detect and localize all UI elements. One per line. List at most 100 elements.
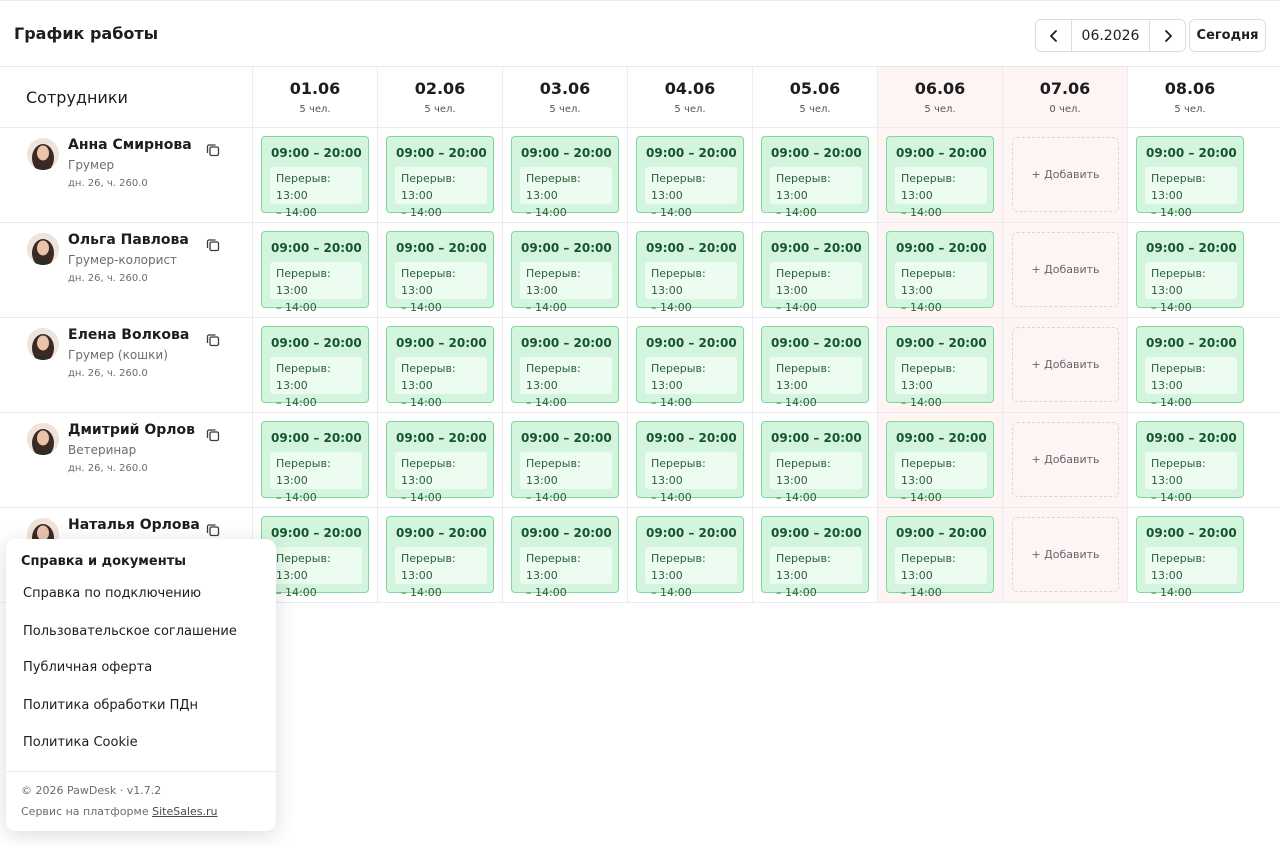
- copy-icon[interactable]: [206, 332, 220, 347]
- employee-stats: дн. 26, ч. 260.0: [68, 178, 148, 189]
- shift-card[interactable]: 09:00 – 20:00 Перерыв: 13:00 – 14:00: [1136, 421, 1244, 504]
- shift-card[interactable]: 09:00 – 20:00 Перерыв: 13:00 – 14:00: [1136, 326, 1244, 409]
- platform-link[interactable]: SiteSales.ru: [152, 805, 217, 818]
- break-start: Перерыв: 13:00: [526, 362, 581, 392]
- shift-card[interactable]: 09:00 – 20:00 Перерыв: 13:00 – 14:00: [1136, 516, 1244, 599]
- shift-card[interactable]: 09:00 – 20:00 Перерыв: 13:00 – 14:00: [886, 231, 994, 314]
- platform-prefix: Сервис на платформе: [21, 805, 149, 818]
- break-start: Перерыв: 13:00: [276, 552, 331, 582]
- shift-card[interactable]: 09:00 – 20:00 Перерыв: 13:00 – 14:00: [261, 231, 369, 314]
- add-shift-button[interactable]: + Добавить: [1012, 422, 1119, 497]
- schedule-cell: 09:00 – 20:00 Перерыв: 13:00 – 14:00: [877, 508, 1002, 602]
- copy-icon[interactable]: [206, 522, 220, 537]
- schedule-cell: 09:00 – 20:00 Перерыв: 13:00 – 14:00: [377, 223, 502, 317]
- shift-card[interactable]: 09:00 – 20:00 Перерыв: 13:00 – 14:00: [511, 136, 619, 219]
- shift-card[interactable]: 09:00 – 20:00 Перерыв: 13:00 – 14:00: [886, 136, 994, 219]
- prev-month-button[interactable]: [1036, 20, 1071, 51]
- break-end: – 14:00: [776, 301, 817, 314]
- shift-time: 09:00 – 20:00: [896, 241, 987, 255]
- schedule-cell: 09:00 – 20:00 Перерыв: 13:00 – 14:00: [752, 413, 877, 507]
- platform-credit: Сервис на платформе SiteSales.ru: [21, 805, 217, 818]
- employee-name: Дмитрий Орлов: [68, 422, 196, 438]
- shift-card[interactable]: 09:00 – 20:00 Перерыв: 13:00 – 14:00: [886, 326, 994, 409]
- shift-card[interactable]: 09:00 – 20:00 Перерыв: 13:00 – 14:00: [636, 421, 744, 504]
- shift-card[interactable]: 09:00 – 20:00 Перерыв: 13:00 – 14:00: [261, 421, 369, 504]
- schedule-cell: 09:00 – 20:00 Перерыв: 13:00 – 14:00: [877, 413, 1002, 507]
- shift-break: Перерыв: 13:00 – 14:00: [1145, 262, 1237, 314]
- shift-card[interactable]: 09:00 – 20:00 Перерыв: 13:00 – 14:00: [386, 516, 494, 599]
- employee-role: Грумер (кошки): [68, 348, 168, 362]
- break-start: Перерыв: 13:00: [276, 172, 331, 202]
- month-navigator: 06.2026: [1035, 19, 1186, 52]
- link-connection-help[interactable]: Справка по подключению: [23, 586, 201, 601]
- break-end: – 14:00: [901, 586, 942, 599]
- shift-card[interactable]: 09:00 – 20:00 Перерыв: 13:00 – 14:00: [386, 421, 494, 504]
- link-cookie-policy[interactable]: Политика Cookie: [23, 735, 138, 750]
- schedule-cell: + Добавить: [1002, 413, 1127, 507]
- copy-icon[interactable]: [206, 237, 220, 252]
- shift-card[interactable]: 09:00 – 20:00 Перерыв: 13:00 – 14:00: [761, 421, 869, 504]
- shift-break: Перерыв: 13:00 – 14:00: [395, 357, 487, 409]
- shift-card[interactable]: 09:00 – 20:00 Перерыв: 13:00 – 14:00: [636, 516, 744, 599]
- break-start: Перерыв: 13:00: [276, 267, 331, 297]
- add-shift-button[interactable]: + Добавить: [1012, 232, 1119, 307]
- add-shift-button[interactable]: + Добавить: [1012, 137, 1119, 212]
- copy-icon[interactable]: [206, 427, 220, 442]
- schedule-cell: 09:00 – 20:00 Перерыв: 13:00 – 14:00: [752, 508, 877, 602]
- shift-card[interactable]: 09:00 – 20:00 Перерыв: 13:00 – 14:00: [636, 231, 744, 314]
- shift-card[interactable]: 09:00 – 20:00 Перерыв: 13:00 – 14:00: [511, 516, 619, 599]
- break-end: – 14:00: [276, 396, 317, 409]
- break-end: – 14:00: [526, 491, 567, 504]
- schedule-cell: 09:00 – 20:00 Перерыв: 13:00 – 14:00: [377, 318, 502, 412]
- shift-card[interactable]: 09:00 – 20:00 Перерыв: 13:00 – 14:00: [636, 136, 744, 219]
- shift-card[interactable]: 09:00 – 20:00 Перерыв: 13:00 – 14:00: [511, 421, 619, 504]
- shift-time: 09:00 – 20:00: [521, 431, 612, 445]
- shift-card[interactable]: 09:00 – 20:00 Перерыв: 13:00 – 14:00: [386, 326, 494, 409]
- shift-card[interactable]: 09:00 – 20:00 Перерыв: 13:00 – 14:00: [636, 326, 744, 409]
- today-button[interactable]: Сегодня: [1189, 19, 1266, 52]
- day-staff-count: 5 чел.: [799, 104, 831, 115]
- shift-break: Перерыв: 13:00 – 14:00: [770, 167, 862, 219]
- shift-card[interactable]: 09:00 – 20:00 Перерыв: 13:00 – 14:00: [761, 326, 869, 409]
- shift-card[interactable]: 09:00 – 20:00 Перерыв: 13:00 – 14:00: [886, 421, 994, 504]
- schedule-cell: + Добавить: [1002, 128, 1127, 222]
- shift-card[interactable]: 09:00 – 20:00 Перерыв: 13:00 – 14:00: [386, 136, 494, 219]
- next-month-button[interactable]: [1150, 20, 1185, 51]
- shift-card[interactable]: 09:00 – 20:00 Перерыв: 13:00 – 14:00: [761, 231, 869, 314]
- shift-card[interactable]: 09:00 – 20:00 Перерыв: 13:00 – 14:00: [761, 136, 869, 219]
- break-end: – 14:00: [651, 491, 692, 504]
- shift-card[interactable]: 09:00 – 20:00 Перерыв: 13:00 – 14:00: [1136, 136, 1244, 219]
- shift-card[interactable]: 09:00 – 20:00 Перерыв: 13:00 – 14:00: [386, 231, 494, 314]
- shift-card[interactable]: 09:00 – 20:00 Перерыв: 13:00 – 14:00: [511, 231, 619, 314]
- employee-cell: Ольга Павлова Грумер-колорист дн. 26, ч. 2…: [0, 223, 252, 317]
- shift-break: Перерыв: 13:00 – 14:00: [270, 357, 362, 409]
- shift-card[interactable]: 09:00 – 20:00 Перерыв: 13:00 – 14:00: [261, 326, 369, 409]
- shift-card[interactable]: 09:00 – 20:00 Перерыв: 13:00 – 14:00: [1136, 231, 1244, 314]
- break-start: Перерыв: 13:00: [526, 552, 581, 582]
- shift-card[interactable]: 09:00 – 20:00 Перерыв: 13:00 – 14:00: [761, 516, 869, 599]
- link-privacy-policy[interactable]: Политика обработки ПДн: [23, 698, 198, 713]
- break-start: Перерыв: 13:00: [401, 172, 456, 202]
- day-header-03.06: 03.06 5 чел.: [502, 67, 627, 127]
- shift-card[interactable]: 09:00 – 20:00 Перерыв: 13:00 – 14:00: [886, 516, 994, 599]
- break-end: – 14:00: [401, 396, 442, 409]
- shift-card[interactable]: 09:00 – 20:00 Перерыв: 13:00 – 14:00: [261, 516, 369, 599]
- add-shift-button[interactable]: + Добавить: [1012, 327, 1119, 402]
- break-end: – 14:00: [901, 301, 942, 314]
- shift-card[interactable]: 09:00 – 20:00 Перерыв: 13:00 – 14:00: [261, 136, 369, 219]
- shift-card[interactable]: 09:00 – 20:00 Перерыв: 13:00 – 14:00: [511, 326, 619, 409]
- break-end: – 14:00: [1151, 206, 1192, 219]
- schedule-cell: 09:00 – 20:00 Перерыв: 13:00 – 14:00: [252, 128, 377, 222]
- shift-break: Перерыв: 13:00 – 14:00: [895, 357, 987, 409]
- shift-time: 09:00 – 20:00: [271, 526, 362, 540]
- link-user-agreement[interactable]: Пользовательское соглашение: [23, 624, 237, 639]
- break-end: – 14:00: [651, 301, 692, 314]
- employee-name: Ольга Павлова: [68, 232, 189, 248]
- copy-icon[interactable]: [206, 142, 220, 157]
- day-staff-count: 5 чел.: [674, 104, 706, 115]
- break-start: Перерыв: 13:00: [401, 362, 456, 392]
- employee-role: Грумер-колорист: [68, 253, 178, 267]
- add-shift-button[interactable]: + Добавить: [1012, 517, 1119, 592]
- link-public-offer[interactable]: Публичная оферта: [23, 660, 152, 675]
- shift-time: 09:00 – 20:00: [521, 336, 612, 350]
